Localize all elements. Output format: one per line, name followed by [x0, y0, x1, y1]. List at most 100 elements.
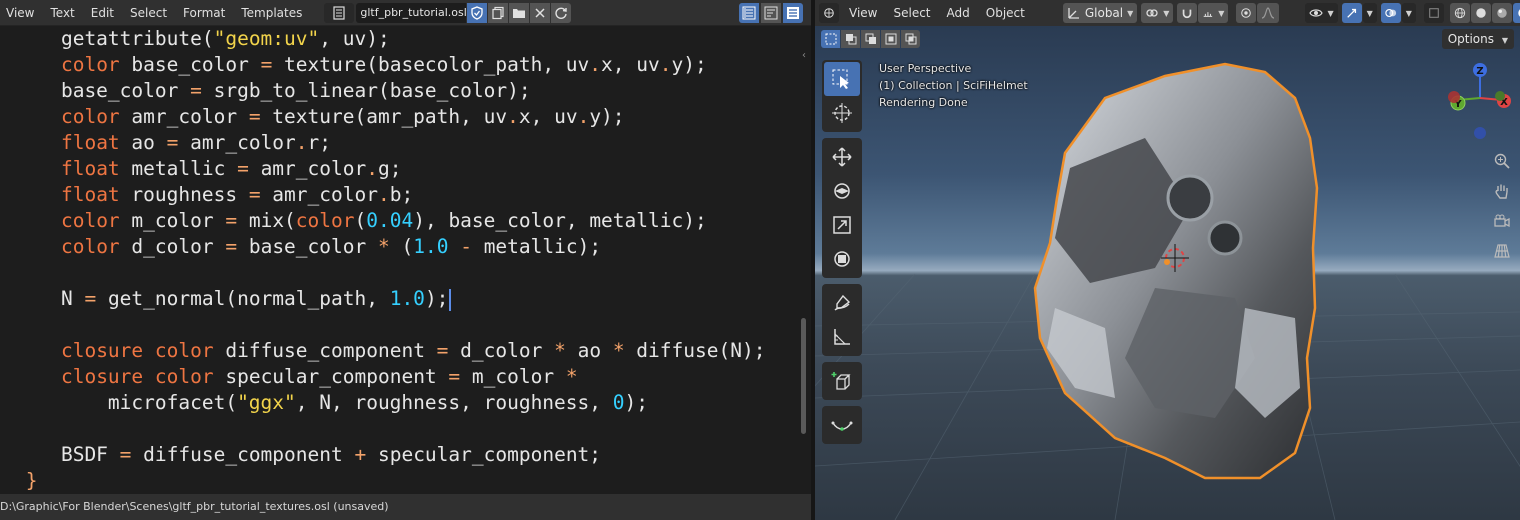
code-line[interactable]: getattribute("geom:uv", uv);: [14, 26, 390, 52]
navigation-gizmo[interactable]: Z X Y: [1440, 56, 1520, 146]
code-line[interactable]: color d_color = base_color * (1.0 - meta…: [14, 234, 601, 260]
code-scrollbar[interactable]: [801, 318, 806, 434]
falloff-dropdown[interactable]: [1257, 3, 1280, 23]
vp-menu-add[interactable]: Add: [939, 0, 978, 26]
select-invert-button[interactable]: [881, 30, 900, 48]
code-line[interactable]: float ao = amr_color.r;: [14, 130, 331, 156]
code-line[interactable]: BSDF = diffuse_component + specular_comp…: [14, 442, 601, 468]
overlays-dropdown[interactable]: ▼: [1401, 3, 1416, 23]
pan-view-button[interactable]: [1490, 178, 1514, 204]
duplicate-icon: [492, 6, 504, 19]
zoom-view-button[interactable]: [1490, 148, 1514, 174]
code-token: diffuse_component: [213, 339, 437, 362]
code-token: texture(basecolor_path, uv: [272, 53, 590, 76]
scale-tool[interactable]: [824, 208, 860, 242]
visibility-dropdown[interactable]: ▼: [1305, 3, 1338, 23]
open-text-button[interactable]: [509, 2, 530, 23]
overlays-toggle[interactable]: [1380, 3, 1401, 23]
select-extend-button[interactable]: [841, 30, 860, 48]
unlink-text-button[interactable]: [530, 2, 551, 23]
zoom-icon: [1494, 153, 1510, 169]
code-area[interactable]: getattribute("geom:uv", uv); color base_…: [0, 26, 800, 494]
curve-tool[interactable]: [824, 408, 860, 442]
code-line[interactable]: microfacet("ggx", N, roughness, roughnes…: [14, 390, 648, 416]
code-line[interactable]: color amr_color = texture(amr_path, uv.x…: [14, 104, 625, 130]
code-token: float: [60, 157, 120, 180]
gizmo-dropdown[interactable]: ▼: [1362, 3, 1377, 23]
negative-y-axis-icon[interactable]: [1495, 91, 1505, 101]
close-icon: [535, 7, 545, 18]
code-token: =: [119, 443, 132, 466]
negative-x-axis-icon[interactable]: [1448, 91, 1460, 103]
select-intersect-button[interactable]: [901, 30, 920, 48]
camera-view-button[interactable]: [1490, 208, 1514, 234]
editor-type-button[interactable]: [819, 3, 839, 23]
vp-menu-select[interactable]: Select: [885, 0, 938, 26]
add-cube-tool[interactable]: [824, 364, 860, 398]
transform-tool[interactable]: [824, 242, 860, 276]
snap-toggle[interactable]: [1177, 3, 1198, 23]
code-token: *: [554, 339, 566, 362]
move-tool[interactable]: [824, 140, 860, 174]
text-browse-button[interactable]: [324, 2, 355, 23]
rotate-tool[interactable]: [824, 174, 860, 208]
line-numbers-toggle[interactable]: [739, 3, 759, 23]
vp-menu-object[interactable]: Object: [978, 0, 1033, 26]
snap-target-dropdown[interactable]: ▼: [1198, 3, 1229, 23]
transform-orientation-dropdown[interactable]: Global ▼: [1062, 3, 1138, 23]
options-dropdown[interactable]: Options ▼: [1441, 29, 1514, 49]
tool-group-curve: [822, 406, 862, 444]
menu-select[interactable]: Select: [122, 0, 175, 26]
wireframe-sphere-icon: [1454, 7, 1466, 19]
annotate-tool[interactable]: [824, 286, 860, 320]
shading-solid-button[interactable]: [1470, 3, 1491, 23]
code-line[interactable]: float metallic = amr_color.g;: [14, 156, 402, 182]
code-line[interactable]: N = get_normal(normal_path, 1.0);: [14, 286, 452, 312]
3d-viewport[interactable]: View Select Add Object Global ▼ ▼ ▼ ▼ ▼ …: [815, 0, 1520, 520]
code-line[interactable]: }: [14, 468, 38, 494]
measure-tool[interactable]: [824, 320, 860, 354]
shading-material-button[interactable]: [1491, 3, 1512, 23]
vp-menu-view[interactable]: View: [839, 0, 885, 26]
pivot-point-dropdown[interactable]: ▼: [1141, 3, 1174, 23]
scifi-helmet-model[interactable]: [995, 58, 1355, 488]
code-token: base_color: [237, 235, 378, 258]
menu-text[interactable]: Text: [42, 0, 82, 26]
code-token: =: [237, 157, 249, 180]
cursor-tool[interactable]: [824, 96, 860, 130]
code-token: closure: [60, 339, 144, 362]
duplicate-text-button[interactable]: [488, 2, 509, 23]
proportional-edit-toggle[interactable]: [1236, 3, 1257, 23]
reload-text-button[interactable]: [551, 2, 572, 23]
code-line[interactable]: closure color specular_component = m_col…: [14, 364, 578, 390]
menu-edit[interactable]: Edit: [83, 0, 122, 26]
select-new-button[interactable]: [821, 30, 840, 48]
select-box-tool[interactable]: [824, 62, 860, 96]
perspective-toggle-button[interactable]: [1490, 238, 1514, 264]
shading-rendered-button[interactable]: [1512, 3, 1520, 23]
menu-format[interactable]: Format: [175, 0, 233, 26]
add-cube-icon: [831, 372, 851, 390]
code-line[interactable]: color m_color = mix(color(0.04), base_co…: [14, 208, 707, 234]
syntax-highlight-toggle[interactable]: [783, 3, 803, 23]
viewport-editor-icon: [824, 8, 834, 18]
code-token: "geom:uv": [213, 27, 320, 50]
code-line[interactable]: base_color = srgb_to_linear(base_color);: [14, 78, 531, 104]
ruler-icon: [834, 329, 850, 345]
text-file-name[interactable]: gltf_pbr_tutorial.osl: [356, 2, 467, 23]
gizmo-toggle[interactable]: [1341, 3, 1362, 23]
sidebar-expand-icon[interactable]: ‹: [802, 50, 806, 61]
word-wrap-toggle[interactable]: [761, 3, 781, 23]
shading-wireframe-button[interactable]: [1449, 3, 1470, 23]
negative-z-axis-icon[interactable]: [1474, 127, 1486, 139]
code-line[interactable]: color base_color = texture(basecolor_pat…: [14, 52, 707, 78]
code-line[interactable]: float roughness = amr_color.b;: [14, 182, 413, 208]
code-token: diffuse_component: [131, 443, 355, 466]
select-subtract-button[interactable]: [861, 30, 880, 48]
menu-view[interactable]: View: [0, 0, 42, 26]
fake-user-button[interactable]: [467, 2, 488, 23]
code-token: -: [460, 235, 472, 258]
code-line[interactable]: closure color diffuse_component = d_colo…: [14, 338, 765, 364]
xray-toggle[interactable]: [1423, 3, 1444, 23]
menu-templates[interactable]: Templates: [233, 0, 310, 26]
